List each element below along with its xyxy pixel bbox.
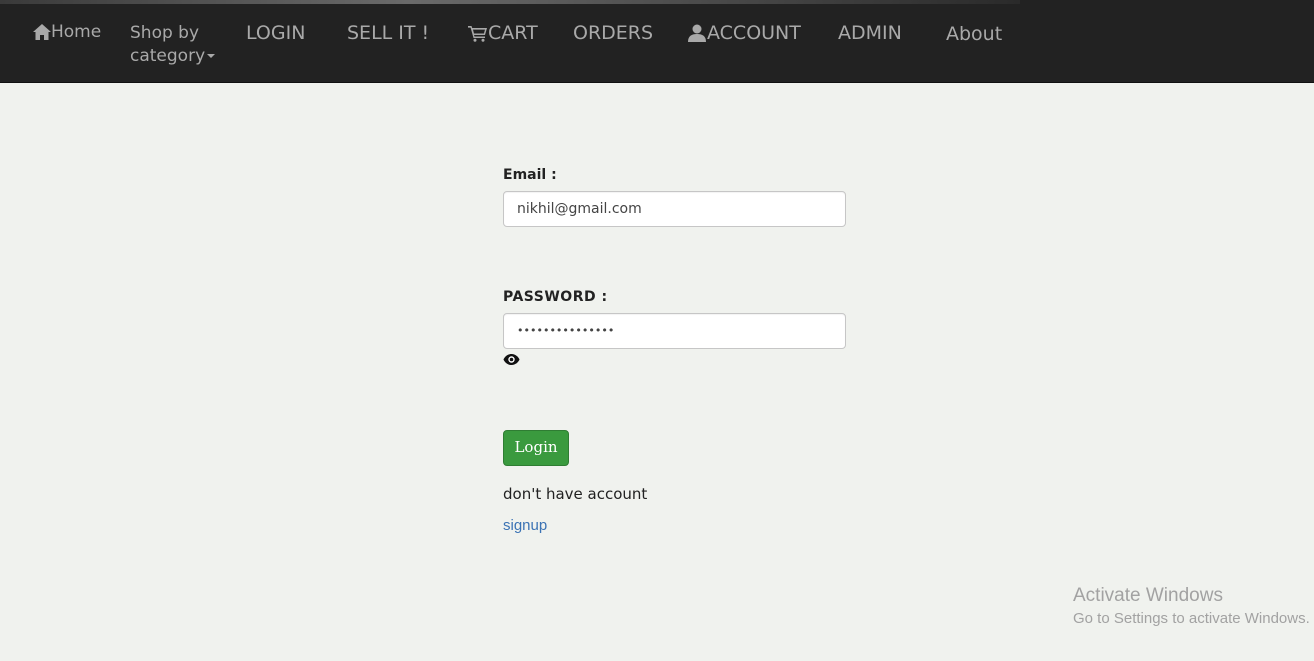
nav-home-label: Home xyxy=(51,22,102,42)
nav-login-label: LOGIN xyxy=(246,22,306,44)
nav-orders-link[interactable]: ORDERS xyxy=(573,22,653,44)
nav-cart-label: CART xyxy=(488,22,538,44)
nav-home-link[interactable]: Home xyxy=(33,22,101,42)
nav-admin-link[interactable]: ADMIN xyxy=(838,22,902,44)
password-label: PASSWORD : xyxy=(503,289,608,305)
nav-admin-label: ADMIN xyxy=(838,22,902,44)
navbar-top-border xyxy=(0,0,1020,4)
nav-login-link[interactable]: LOGIN xyxy=(246,22,305,44)
password-field[interactable]: ••••••••••••••• xyxy=(503,313,846,349)
caret-down-icon xyxy=(207,54,216,58)
nav-account-label: ACCOUNT xyxy=(707,22,801,44)
nav-account-link[interactable]: ACCOUNT xyxy=(687,22,801,44)
cart-icon xyxy=(468,25,487,42)
nav-shop-by-category-dropdown[interactable]: Shop by category xyxy=(130,22,216,68)
eye-icon[interactable] xyxy=(503,353,520,366)
email-label: Email : xyxy=(503,167,557,183)
watermark-title: Activate Windows xyxy=(1073,585,1223,606)
activate-windows-watermark: Activate Windows Go to Settings to activ… xyxy=(1073,585,1310,627)
nav-orders-label: ORDERS xyxy=(573,22,654,44)
nav-shop-label-line2: category xyxy=(130,46,206,66)
user-icon xyxy=(688,24,706,42)
nav-sell-label: SELL IT ! xyxy=(347,22,430,44)
nav-cart-link[interactable]: CART xyxy=(468,22,538,44)
login-button[interactable]: Login xyxy=(503,430,569,466)
nav-sell-it-link[interactable]: SELL IT ! xyxy=(347,22,429,44)
no-account-text: don't have account xyxy=(503,485,648,503)
nav-about-link[interactable]: About xyxy=(946,23,1002,45)
watermark-subtitle: Go to Settings to activate Windows. xyxy=(1073,610,1310,627)
top-navbar: Home Shop by category LOGIN SELL IT ! CA… xyxy=(0,0,1314,83)
nav-shop-label-line1: Shop by xyxy=(130,23,200,43)
nav-about-label: About xyxy=(946,23,1003,45)
signup-link[interactable]: signup xyxy=(503,517,547,534)
home-icon xyxy=(33,24,51,40)
email-field[interactable]: nikhil@gmail.com xyxy=(503,191,846,227)
